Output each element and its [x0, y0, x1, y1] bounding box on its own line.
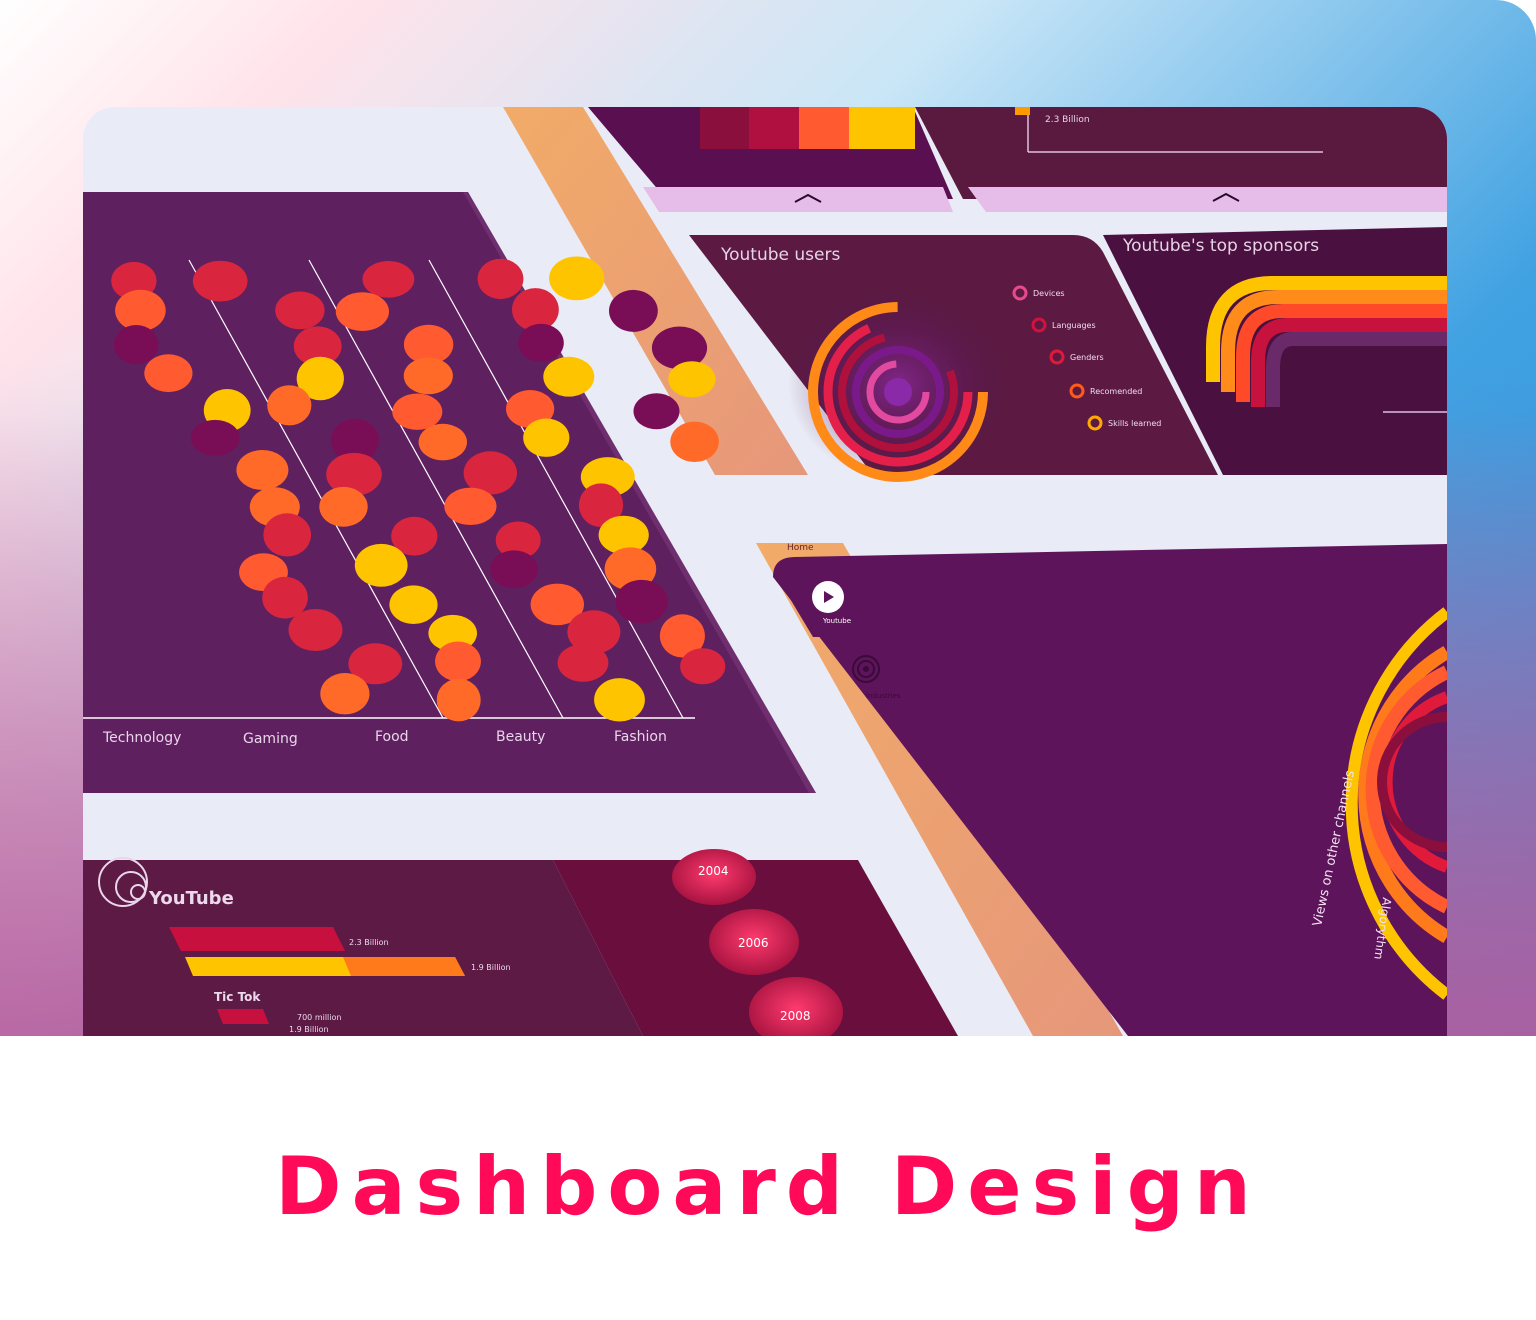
category-dot: [557, 644, 609, 682]
compare-panel: YouTube 2.3 Billion 1.9 Billion Tic Tok …: [83, 857, 643, 1036]
category-dot: [615, 579, 668, 624]
compare-logo-text: YouTube: [148, 888, 234, 909]
legend-recomended: Recomended: [1090, 387, 1142, 396]
category-dot: [436, 678, 481, 722]
category-dot: [190, 419, 240, 456]
category-dot: [389, 585, 438, 624]
category-dot: [288, 609, 343, 651]
category-dot: [267, 385, 312, 426]
legend-genders: Genders: [1070, 353, 1104, 362]
category-dot: [144, 354, 193, 393]
category-dot: [680, 648, 726, 685]
category-dot: [115, 289, 166, 332]
legend-devices: Devices: [1033, 289, 1065, 298]
timeline-2004: 2004: [698, 864, 729, 878]
category-dot: [263, 513, 311, 557]
category-dot: [668, 361, 716, 398]
category-dot: [435, 641, 481, 682]
category-dot: [418, 423, 467, 461]
category-fashion: Fashion: [614, 729, 667, 745]
category-dot: [275, 291, 325, 330]
legend-skills-learned: Skills learned: [1108, 419, 1161, 428]
category-dot: [113, 325, 159, 365]
timeline-2008: 2008: [780, 1009, 811, 1023]
category-dot: [354, 543, 408, 587]
category-dot: [444, 487, 497, 525]
nav-home[interactable]: Home: [787, 543, 814, 553]
dashboard-screenshot: 2.3 Billion Youtube users Devices Langua…: [83, 107, 1447, 1036]
category-dot: [192, 260, 248, 302]
category-dot: [319, 486, 368, 527]
category-beauty: Beauty: [496, 729, 545, 745]
dashboard-mockup: 2.3 Billion Youtube users Devices Langua…: [83, 107, 1447, 1036]
tiktok-bar2-value: 1.9 Billion: [289, 1025, 329, 1034]
category-dot: [633, 393, 680, 430]
category-technology: Technology: [102, 730, 181, 746]
category-dot: [670, 421, 719, 462]
category-panel: Technology Gaming Food Beauty Fashion: [83, 192, 816, 793]
category-dot: [335, 292, 389, 331]
top-axis-value: 2.3 Billion: [1045, 115, 1090, 125]
category-dot: [477, 258, 524, 300]
category-dot: [543, 356, 595, 397]
category-food: Food: [375, 729, 409, 745]
yt-bar2-value: 1.9 Billion: [471, 963, 511, 972]
nav-youtube[interactable]: Youtube: [822, 617, 851, 625]
category-dot: [490, 550, 539, 589]
category-dot: [403, 357, 453, 395]
category-dot: [518, 323, 564, 362]
category-dot: [609, 289, 658, 332]
tiktok-bar1-value: 700 million: [297, 1013, 341, 1022]
nav-industries[interactable]: Industries: [866, 692, 901, 700]
category-dot: [594, 678, 645, 722]
legend-languages: Languages: [1052, 321, 1096, 330]
card-caption: Dashboard Design: [275, 1140, 1261, 1233]
sponsors-title: Youtube's top sponsors: [1122, 236, 1319, 256]
top-left-mini-panel: [588, 107, 953, 212]
timeline-2006: 2006: [738, 936, 769, 950]
hero-card: 2.3 Billion Youtube users Devices Langua…: [0, 0, 1536, 1036]
tiktok-title: Tic Tok: [214, 990, 261, 1004]
category-gaming: Gaming: [243, 731, 298, 747]
category-dot: [362, 261, 415, 298]
category-dot: [392, 393, 443, 430]
users-title: Youtube users: [720, 245, 840, 265]
category-dot: [320, 673, 370, 715]
top-right-mini-panel: 2.3 Billion: [915, 107, 1447, 212]
yt-bar1-value: 2.3 Billion: [349, 938, 389, 947]
category-dot: [523, 418, 570, 457]
category-dot: [549, 256, 605, 301]
category-dot: [236, 450, 289, 490]
